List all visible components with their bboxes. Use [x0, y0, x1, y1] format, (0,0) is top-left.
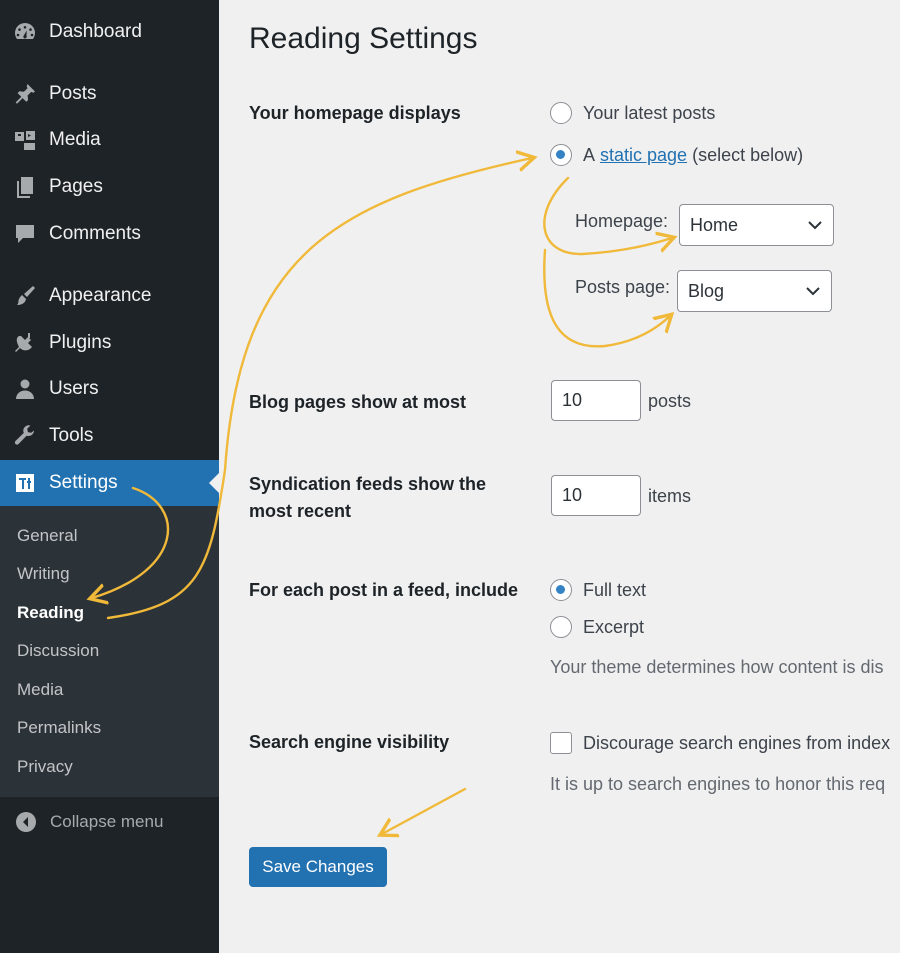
- option-full-text[interactable]: Full text: [550, 579, 646, 601]
- dashboard-icon: [12, 19, 38, 45]
- homepage-select[interactable]: Home: [679, 204, 834, 246]
- option-suffix: (select below): [692, 144, 804, 165]
- radio-full-text[interactable]: [550, 579, 572, 601]
- feed-include-label: For each post in a feed, include: [249, 580, 519, 600]
- posts-page-select-label: Posts page:: [575, 277, 671, 297]
- menu-item-tools[interactable]: Tools: [0, 413, 219, 459]
- settings-submenu: General Writing Reading Discussion Media…: [0, 506, 219, 797]
- collapse-label: Collapse menu: [50, 812, 164, 831]
- blog-pages-input[interactable]: 10: [551, 380, 641, 421]
- syndication-unit: items: [648, 486, 692, 506]
- radio-static-page[interactable]: [550, 144, 572, 166]
- submenu-item-writing[interactable]: Writing: [17, 563, 70, 585]
- submenu-item-discussion[interactable]: Discussion: [17, 640, 99, 662]
- option-label: Your latest posts: [583, 102, 716, 123]
- search-visibility-description: It is up to search engines to honor this…: [550, 774, 886, 794]
- menu-label: Pages: [49, 176, 103, 197]
- menu-label: Appearance: [49, 285, 152, 306]
- menu-label: Settings: [49, 472, 118, 493]
- active-indicator: [209, 473, 219, 493]
- arrow-to-posts-page-select: [543, 248, 670, 348]
- menu-item-posts[interactable]: Posts: [0, 71, 219, 117]
- arrow-to-save-button: [382, 787, 467, 834]
- menu-item-appearance[interactable]: Appearance: [0, 273, 219, 319]
- menu-label: Tools: [49, 425, 94, 446]
- menu-label: Media: [49, 129, 101, 150]
- homepage-select-value: Home: [690, 214, 739, 235]
- menu-label: Comments: [49, 223, 141, 244]
- collapse-arrow-icon: [15, 811, 37, 833]
- search-visibility-label: Search engine visibility: [249, 732, 450, 752]
- menu-item-pages[interactable]: Pages: [0, 164, 219, 210]
- syndication-label: Syndication feeds show the most recent: [249, 474, 487, 521]
- menu-label: Plugins: [49, 332, 112, 353]
- pin-icon: [12, 81, 38, 107]
- homepage-select-label: Homepage:: [575, 211, 669, 231]
- submenu-item-reading[interactable]: Reading: [17, 602, 84, 624]
- page-title: Reading Settings: [249, 22, 478, 55]
- blog-pages-label: Blog pages show at most: [249, 392, 467, 412]
- option-label: Full text: [583, 579, 647, 600]
- blog-pages-unit: posts: [648, 391, 692, 411]
- syndication-input[interactable]: 10: [551, 475, 641, 516]
- feed-description: Your theme determines how content is dis: [550, 657, 884, 677]
- option-latest-posts[interactable]: Your latest posts: [550, 102, 715, 124]
- submenu-item-privacy[interactable]: Privacy: [17, 756, 73, 778]
- checkbox-label: Discourage search engines from index: [583, 732, 891, 753]
- media-icon: [12, 127, 38, 153]
- menu-label: Dashboard: [49, 21, 142, 42]
- option-static-page[interactable]: A static page (select below): [550, 144, 803, 166]
- pages-icon: [12, 174, 38, 200]
- submenu-item-general[interactable]: General: [17, 525, 77, 547]
- posts-page-select[interactable]: Blog: [677, 270, 832, 312]
- chevron-down-icon: [806, 287, 820, 296]
- radio-excerpt[interactable]: [550, 616, 572, 638]
- save-changes-button[interactable]: Save Changes: [249, 847, 387, 887]
- option-prefix: A: [583, 144, 596, 165]
- brush-icon: [12, 283, 38, 309]
- radio-latest-posts[interactable]: [550, 102, 572, 124]
- user-icon: [12, 376, 38, 402]
- homepage-displays-label: Your homepage displays: [249, 103, 461, 123]
- static-page-link[interactable]: static page: [600, 145, 687, 166]
- plug-icon: [12, 330, 38, 356]
- menu-item-settings[interactable]: Settings: [0, 460, 219, 506]
- submenu-item-permalinks[interactable]: Permalinks: [17, 717, 101, 739]
- syndication-value: 10: [562, 485, 583, 505]
- chevron-down-icon: [808, 221, 822, 230]
- discourage-search-checkbox[interactable]: [550, 732, 572, 754]
- menu-item-media[interactable]: Media: [0, 117, 219, 163]
- settings-icon: [12, 470, 38, 496]
- discourage-search-option[interactable]: Discourage search engines from index: [550, 732, 890, 754]
- option-label: Excerpt: [583, 616, 645, 637]
- blog-pages-value: 10: [562, 390, 583, 410]
- admin-sidebar: Dashboard Posts Media Pages Comments App…: [0, 0, 219, 953]
- collapse-menu-button[interactable]: Collapse menu: [0, 800, 219, 844]
- option-excerpt[interactable]: Excerpt: [550, 616, 644, 638]
- comment-icon: [12, 221, 38, 247]
- posts-page-select-value: Blog: [688, 280, 725, 301]
- menu-item-users[interactable]: Users: [0, 366, 219, 412]
- menu-item-plugins[interactable]: Plugins: [0, 320, 219, 366]
- menu-item-dashboard[interactable]: Dashboard: [0, 9, 219, 55]
- menu-label: Users: [49, 378, 99, 399]
- submenu-item-media[interactable]: Media: [17, 679, 63, 701]
- wrench-icon: [12, 423, 38, 449]
- menu-label: Posts: [49, 83, 97, 104]
- menu-item-comments[interactable]: Comments: [0, 211, 219, 257]
